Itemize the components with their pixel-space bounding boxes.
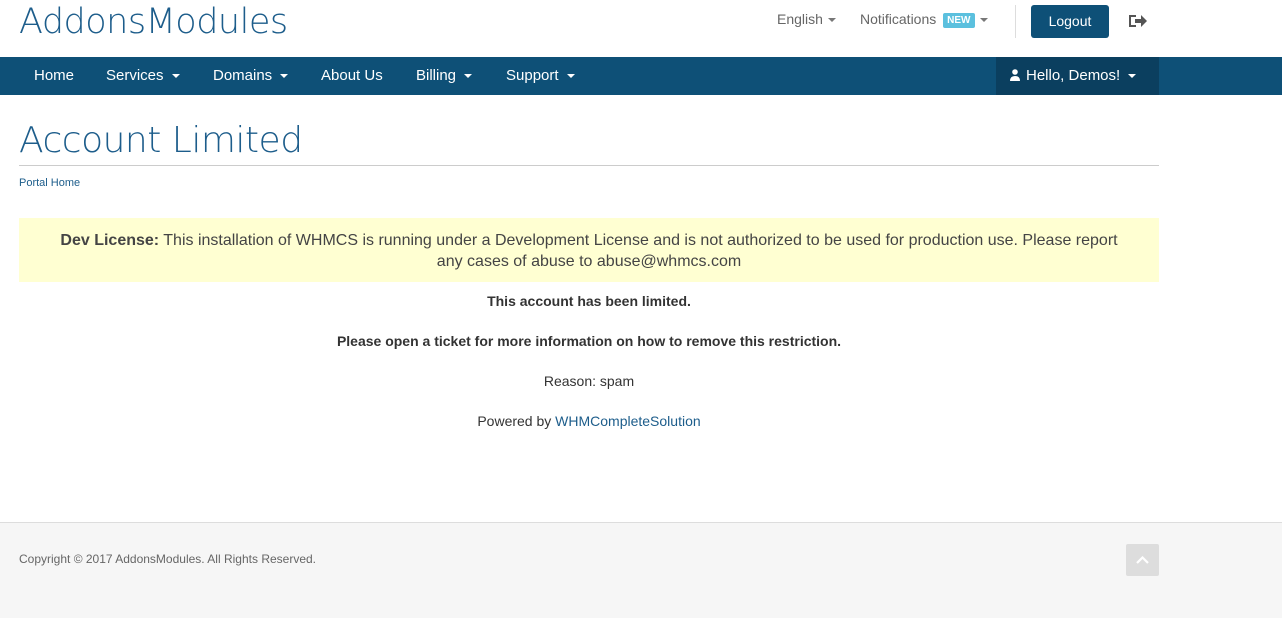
- breadcrumb-portal-home[interactable]: Portal Home: [19, 177, 80, 189]
- user-greeting: Hello, Demos!: [1026, 67, 1121, 84]
- notice-label: Dev License:: [60, 232, 160, 249]
- nav-label: Domains: [213, 67, 273, 84]
- chevron-down-icon: [171, 74, 180, 79]
- chevron-down-icon: [280, 74, 289, 79]
- chevron-down-icon: [464, 74, 473, 79]
- nav-support[interactable]: Support: [506, 57, 575, 95]
- breadcrumb: Portal Home: [19, 177, 80, 189]
- language-label: English: [777, 11, 823, 27]
- chevron-down-icon: [566, 74, 575, 79]
- reason-text: Reason: spam: [543, 373, 635, 389]
- nav-home[interactable]: Home: [34, 57, 74, 95]
- chevron-up-icon: [1136, 556, 1149, 564]
- whmcs-link[interactable]: WHMCompleteSolution: [555, 413, 701, 429]
- notice-text: This installation of WHMCS is running un…: [159, 232, 1118, 270]
- logout-button[interactable]: Logout: [1031, 5, 1109, 38]
- nav-services[interactable]: Services: [106, 57, 180, 95]
- notifications-label: Notifications: [860, 11, 937, 27]
- nav-label: About Us: [321, 67, 383, 84]
- site-logo[interactable]: AddonsModules: [19, 2, 288, 42]
- language-dropdown[interactable]: English: [777, 11, 836, 27]
- powered-by: Powered by WHMCompleteSolution: [19, 413, 1159, 429]
- sign-out-icon[interactable]: [1128, 13, 1148, 29]
- nav-about-us[interactable]: About Us: [321, 57, 383, 95]
- nav-label: Services: [106, 67, 164, 84]
- chevron-down-icon: [827, 18, 836, 23]
- title-divider: [19, 165, 1159, 166]
- nav-label: Support: [506, 67, 559, 84]
- notifications-dropdown[interactable]: Notifications NEW: [860, 11, 988, 28]
- main-navbar: Home Services Domains About Us Billing S…: [0, 57, 1282, 95]
- account-limited-message: This account has been limited.: [487, 293, 691, 309]
- dev-license-notice: Dev License: This installation of WHMCS …: [19, 218, 1159, 282]
- notifications-badge: NEW: [943, 12, 975, 28]
- nav-label: Billing: [416, 67, 457, 84]
- nav-label: Home: [34, 67, 75, 84]
- page-title: Account Limited: [19, 120, 303, 161]
- header-divider: [1015, 5, 1016, 38]
- back-to-top-button[interactable]: [1126, 544, 1159, 576]
- chevron-down-icon: [1128, 74, 1137, 79]
- powered-by-prefix: Powered by: [477, 413, 556, 429]
- copyright-text: Copyright © 2017 AddonsModules. All Righ…: [19, 552, 317, 566]
- chevron-down-icon: [979, 18, 988, 23]
- nav-billing[interactable]: Billing: [416, 57, 473, 95]
- user-icon: [1010, 69, 1020, 82]
- nav-domains[interactable]: Domains: [213, 57, 289, 95]
- site-footer: Copyright © 2017 AddonsModules. All Righ…: [0, 522, 1282, 618]
- user-account-dropdown[interactable]: Hello, Demos!: [996, 57, 1159, 95]
- open-ticket-message: Please open a ticket for more informatio…: [336, 333, 842, 349]
- site-header: AddonsModules English Notifications NEW …: [0, 0, 1282, 57]
